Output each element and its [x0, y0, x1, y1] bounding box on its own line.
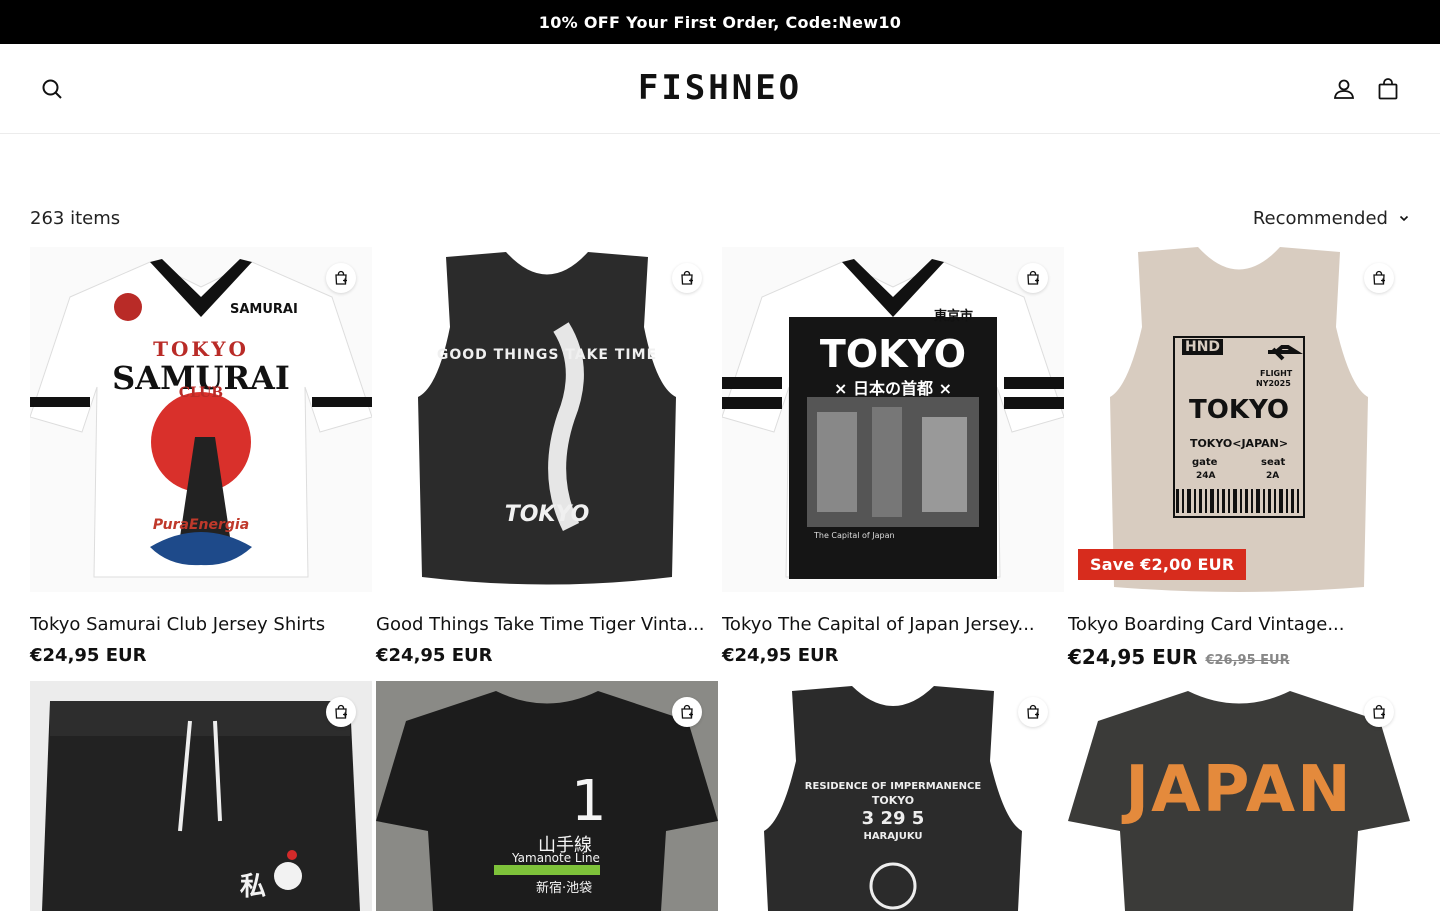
quick-add-button[interactable] — [326, 263, 356, 293]
product-image[interactable]: RESIDENCE OF IMPERMANENCE TOKYO 3 29 5 H… — [722, 681, 1064, 911]
account-icon[interactable] — [1332, 77, 1356, 101]
product-price: €24,95 EUR — [722, 645, 839, 666]
product-price: €24,95 EUR — [30, 645, 147, 666]
quick-add-button[interactable] — [672, 263, 702, 293]
art-gate-label: gate — [1192, 457, 1218, 468]
product-title[interactable]: Tokyo Boarding Card Vintage... — [1068, 614, 1404, 635]
compare-at-price: €26,95 EUR — [1205, 653, 1290, 668]
product-card[interactable]: HND FLIGHT NY2025 TOKYO TOKYO<JAPAN> gat… — [1068, 247, 1410, 681]
cart-bag-icon[interactable] — [1376, 77, 1400, 101]
announcement-text: 10% OFF Your First Order, Code:New10 — [538, 12, 902, 32]
product-card[interactable]: GOOD THINGS TAKE TIME TOKYO Good Things … — [376, 247, 718, 681]
product-card[interactable]: TOKYO × 日本の首都 × 東京市 The Capital of Japan… — [722, 247, 1064, 681]
art-flight: FLIGHT — [1260, 369, 1293, 378]
quick-add-bag-icon — [335, 704, 347, 719]
product-image[interactable]: 1 山手線 Yamanote Line 新宿·池袋 — [376, 681, 718, 911]
quick-add-button[interactable] — [672, 697, 702, 727]
art-caption: The Capital of Japan — [814, 531, 895, 540]
product-price: €24,95 EUR — [376, 645, 493, 666]
art-line4: PuraEnergia — [152, 517, 250, 533]
sale-badge: Save €2,00 EUR — [1078, 549, 1247, 580]
product-image[interactable]: TOKYO SAMURAI CLUB PuraEnergia SAMURAI — [30, 247, 372, 592]
item-count: 263 items — [30, 207, 121, 229]
quick-add-bag-icon — [681, 270, 693, 285]
art-stations: 新宿·池袋 — [536, 881, 593, 896]
art-gate: 24A — [1196, 471, 1216, 481]
art-kanji: 私 — [240, 872, 267, 902]
art-arc: GOOD THINGS TAKE TIME — [436, 347, 658, 363]
art-number: 1 — [571, 769, 607, 834]
announcement-bar: 10% OFF Your First Order, Code:New10 — [0, 0, 1440, 44]
quick-add-button[interactable] — [1364, 697, 1394, 727]
quick-add-bag-icon — [681, 704, 693, 719]
product-grid: TOKYO SAMURAI CLUB PuraEnergia SAMURAI T… — [30, 247, 1410, 911]
art-line2: × 日本の首都 × — [834, 379, 952, 398]
quick-add-button[interactable] — [326, 697, 356, 727]
quick-add-bag-icon — [1027, 704, 1039, 719]
product-image[interactable]: 私 — [30, 681, 372, 911]
art-line1: TOKYO — [819, 332, 967, 376]
art-flightno: NY2025 — [1256, 379, 1291, 388]
art-numbers: 3 29 5 — [861, 808, 925, 829]
product-card[interactable]: JAPAN — [1068, 681, 1410, 911]
product-image[interactable]: HND FLIGHT NY2025 TOKYO TOKYO<JAPAN> gat… — [1068, 247, 1410, 592]
art-seat: 2A — [1266, 471, 1280, 481]
jersey-graphic — [30, 259, 372, 578]
product-card[interactable]: RESIDENCE OF IMPERMANENCE TOKYO 3 29 5 H… — [722, 681, 1064, 911]
art-corner: SAMURAI — [230, 302, 298, 317]
quick-add-bag-icon — [1373, 704, 1385, 719]
product-title[interactable]: Tokyo The Capital of Japan Jersey... — [722, 614, 1058, 635]
product-image[interactable]: JAPAN — [1068, 681, 1410, 911]
quick-add-button[interactable] — [1364, 263, 1394, 293]
quick-add-bag-icon — [335, 270, 347, 285]
sort-dropdown[interactable]: Recommended — [1253, 208, 1410, 229]
art-line3: CLUB — [178, 385, 224, 401]
tank-top-graphic — [418, 252, 676, 585]
art-city: TOKYO — [871, 794, 915, 807]
chevron-down-icon — [1399, 215, 1409, 222]
art-line1: TOKYO — [153, 337, 249, 361]
art-district: HARAJUKU — [863, 831, 923, 842]
quick-add-bag-icon — [1027, 270, 1039, 285]
product-image[interactable]: GOOD THINGS TAKE TIME TOKYO — [376, 247, 718, 592]
quick-add-bag-icon — [1373, 270, 1385, 285]
product-card[interactable]: 私 — [30, 681, 372, 911]
quick-add-button[interactable] — [1018, 263, 1048, 293]
product-card[interactable]: 1 山手線 Yamanote Line 新宿·池袋 — [376, 681, 718, 911]
product-image[interactable]: TOKYO × 日本の首都 × 東京市 The Capital of Japan — [722, 247, 1064, 592]
product-price: €24,95 EUR — [1068, 645, 1198, 669]
art-arc: RESIDENCE OF IMPERMANENCE — [804, 781, 982, 792]
art-seat-label: seat — [1261, 457, 1286, 468]
art-corner: 東京市 — [934, 309, 974, 324]
art-romaji: Yamanote Line — [512, 851, 600, 865]
product-card[interactable]: TOKYO SAMURAI CLUB PuraEnergia SAMURAI T… — [30, 247, 372, 681]
art-word: JAPAN — [1125, 753, 1353, 827]
site-logo[interactable]: FISHNEO — [638, 68, 802, 108]
product-title[interactable]: Good Things Take Time Tiger Vinta... — [376, 614, 712, 635]
jersey-graphic — [722, 259, 1064, 579]
art-city: TOKYO — [1189, 395, 1289, 425]
quick-add-button[interactable] — [1018, 697, 1048, 727]
collection-toolbar: 263 items Recommended — [30, 205, 1410, 231]
shorts-graphic — [42, 701, 360, 911]
product-title[interactable]: Tokyo Samurai Club Jersey Shirts — [30, 614, 366, 635]
art-code: HND — [1182, 339, 1224, 355]
art-dest: TOKYO<JAPAN> — [1189, 437, 1289, 450]
site-header: FISHNEO — [0, 44, 1440, 134]
search-icon[interactable] — [40, 77, 64, 101]
sort-label: Recommended — [1252, 207, 1388, 229]
art-bottom: TOKYO — [504, 502, 590, 527]
